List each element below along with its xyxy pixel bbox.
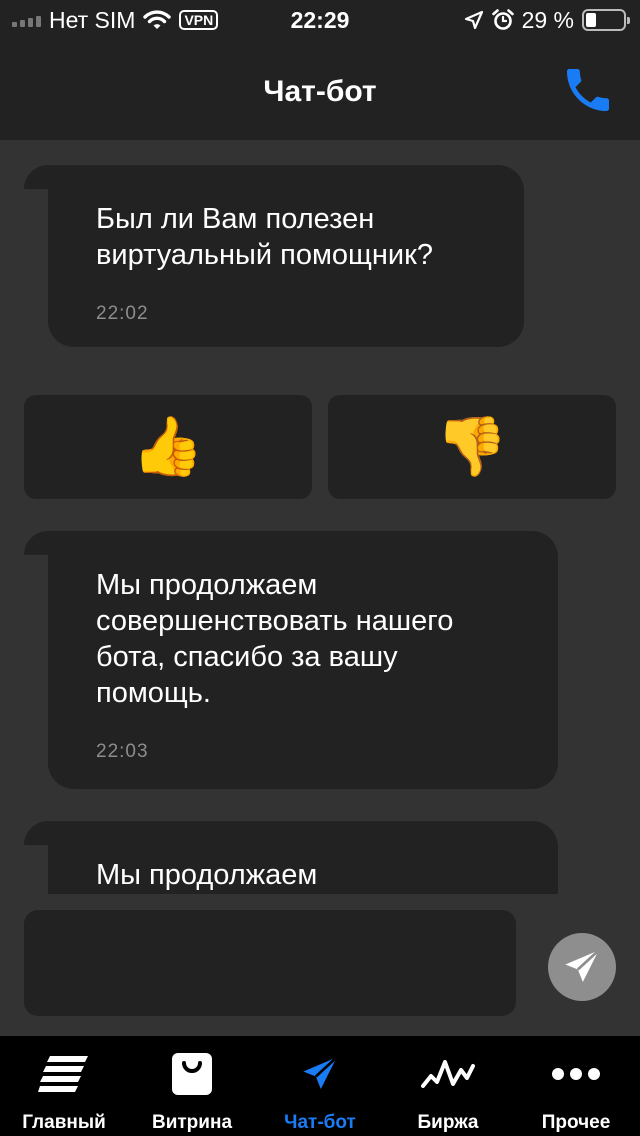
tab-bar: Главный Витрина Чат-бот Биржа Прочее <box>0 1036 640 1136</box>
location-arrow-icon <box>464 10 483 30</box>
thumbs-up-icon: 👍 <box>131 414 205 479</box>
tab-label: Прочее <box>541 1112 611 1133</box>
call-button[interactable] <box>560 62 616 118</box>
status-bar: Нет SIM VPN 22:29 29 % <box>0 0 640 40</box>
tab-label: Биржа <box>417 1112 479 1133</box>
shopping-bag-icon <box>172 1053 212 1095</box>
message-input[interactable] <box>24 910 516 1016</box>
chart-line-icon <box>421 1060 475 1088</box>
bot-message: Был ли Вам полезен виртуальный помощник?… <box>24 165 524 347</box>
paper-plane-icon <box>303 1056 338 1089</box>
battery-percent: 29 % <box>521 6 574 33</box>
thumbs-down-icon: 👎 <box>435 414 509 479</box>
tab-chatbot[interactable]: Чат-бот <box>256 1036 384 1136</box>
home-icon <box>38 1056 88 1092</box>
message-text: Мы продолжаем <box>96 859 318 891</box>
chat-area[interactable]: Был ли Вам полезен виртуальный помощник?… <box>0 140 640 894</box>
dislike-button[interactable]: 👎 <box>328 395 616 499</box>
send-button[interactable] <box>548 933 616 1001</box>
battery-icon <box>582 9 630 31</box>
status-right: 29 % <box>464 0 630 40</box>
tab-label: Чат-бот <box>284 1112 356 1133</box>
message-time: 22:02 <box>96 303 149 324</box>
message-text: Был ли Вам полезен виртуальный помощник? <box>96 203 433 271</box>
alarm-icon <box>491 9 514 30</box>
message-time: 22:03 <box>96 741 149 762</box>
tab-label: Главный <box>22 1112 106 1133</box>
like-button[interactable]: 👍 <box>24 395 312 499</box>
composer <box>0 894 640 1036</box>
page-title: Чат-бот <box>263 75 377 108</box>
tab-home[interactable]: Главный <box>0 1036 128 1136</box>
battery-fill <box>586 13 597 27</box>
tab-label: Витрина <box>151 1112 233 1133</box>
send-icon <box>565 949 600 982</box>
more-icon <box>552 1068 600 1080</box>
tab-showcase[interactable]: Витрина <box>128 1036 256 1136</box>
tab-exchange[interactable]: Биржа <box>384 1036 512 1136</box>
bot-message: Мы продолжаем совершенствовать нашего бо… <box>24 531 558 789</box>
bot-message: Мы продолжаем <box>24 821 558 894</box>
phone-icon <box>567 69 609 111</box>
message-text: Мы продолжаем совершенствовать нашего бо… <box>96 569 454 709</box>
tab-more[interactable]: Прочее <box>512 1036 640 1136</box>
app-header: Чат-бот <box>0 40 640 140</box>
